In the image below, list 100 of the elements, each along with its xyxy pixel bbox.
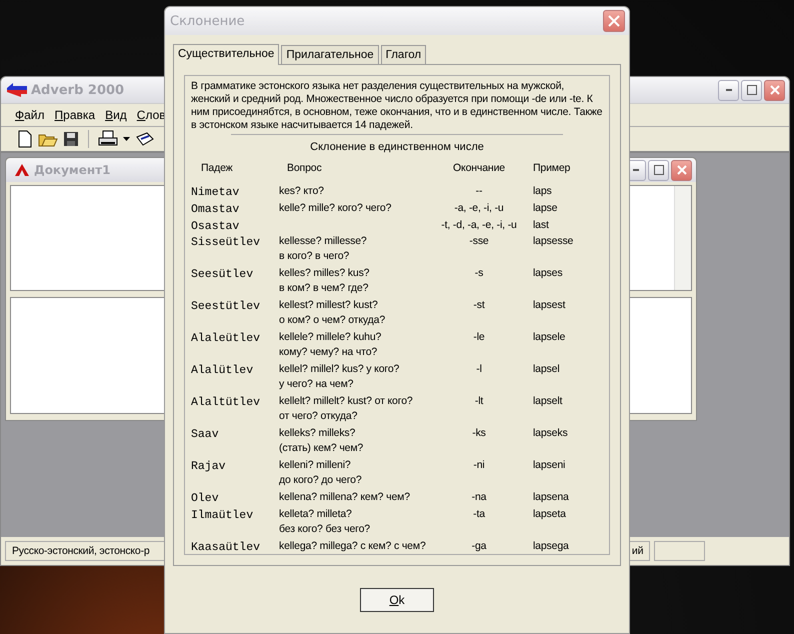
menu-item[interactable]: Файл (15, 108, 45, 122)
ending-text: -sse (469, 235, 489, 247)
ending-text: -ta (473, 508, 485, 520)
caret-icon[interactable] (123, 136, 130, 142)
example-text: lapseta (532, 507, 567, 522)
maximize-icon (746, 85, 756, 95)
printer-icon[interactable] (98, 130, 118, 148)
case-name: Nimetav (191, 185, 240, 201)
ending-text: -st (473, 299, 485, 311)
example-text: lapsesse (532, 234, 574, 249)
ending-text: -- (476, 185, 482, 197)
case-name: Rajav (191, 459, 227, 475)
question-text: в кого? в чего? (279, 249, 350, 264)
ending-text: -s (474, 267, 484, 279)
case-name: Alaleütlev (191, 331, 262, 347)
minimize-button[interactable] (718, 80, 739, 100)
question-text: от чего? откуда? (279, 409, 358, 424)
ending-text: -ks (472, 427, 486, 439)
column-header: Падеж (200, 161, 234, 176)
example-text: lapsega (532, 539, 570, 554)
case-name: Alaltütlev (191, 395, 262, 411)
window-title: Adverb 2000 (31, 82, 124, 98)
question-text: kellele? millele? kuhu? (279, 330, 382, 345)
example-text: laps (532, 184, 553, 199)
maximize-icon (654, 165, 664, 175)
dialog-title: Склонение (170, 14, 245, 28)
case-name: Olev (191, 491, 220, 507)
case-name: Ilmaütlev (191, 508, 254, 524)
letter-a-logo-icon (14, 163, 30, 177)
question-text: kelleta? milleta? (279, 507, 352, 522)
ending-text: -l (476, 363, 482, 375)
question-text: kellest? millest? kust? (279, 298, 378, 313)
question-text: до кого? до чего? (279, 473, 362, 488)
column-header: Пример (532, 161, 572, 176)
close-icon (608, 15, 620, 27)
intro-paragraph: В грамматике эстонского языка нет разделения существительных на мужской, женский и средний род. Множественное число образуется при помощи -de или -te. К ним присоединябтся, в основном, теже окончания, что и в единственном числе. Также в эстонском языке насчитывается 14 падежей. (191, 80, 603, 132)
question-text: kellena? millena? кем? чем? (279, 490, 410, 505)
question-text: kellel? millel? kus? у кого? (279, 362, 400, 377)
example-text: lapsest (532, 298, 566, 313)
column-header: Вопрос (286, 161, 323, 176)
ending-text: -na (472, 491, 486, 503)
ending-text: -t, -d, -a, -e, -i, -u (441, 219, 517, 231)
ok-button[interactable]: Ok (360, 588, 434, 612)
question-text: kelleni? milleni? (279, 458, 351, 473)
question-text: kelle? mille? кого? чего? (279, 201, 392, 216)
example-text: lapse (532, 201, 558, 216)
tab[interactable]: Существительное (173, 44, 280, 65)
new-document-icon[interactable] (17, 130, 33, 148)
maximize-button[interactable] (648, 160, 669, 180)
example-text: lapselt (532, 394, 564, 409)
question-text: о ком? о чем? откуда? (279, 313, 386, 328)
question-text: kellesse? millesse? (279, 234, 367, 249)
close-icon (676, 165, 686, 175)
example-text: lapses (532, 266, 564, 281)
case-name: Sisseütlev (191, 235, 262, 251)
example-text: lapseni (532, 458, 566, 473)
case-name: Omastav (191, 202, 240, 218)
example-text: lapseks (532, 426, 569, 441)
ending-text: -ni (473, 459, 485, 471)
minimize-icon (726, 89, 732, 91)
question-text: в ком? в чем? где? (279, 281, 368, 296)
save-icon[interactable] (63, 131, 79, 147)
pen-icon[interactable] (135, 131, 155, 147)
example-text: lapsele (532, 330, 566, 345)
flag-icon (7, 83, 27, 97)
tab[interactable]: Глагол (380, 45, 426, 64)
question-text: у чего? на чем? (279, 377, 354, 392)
question-text: kellega? millega? с кем? с чем? (279, 539, 426, 554)
example-text: lapsena (532, 490, 570, 505)
close-button[interactable] (603, 10, 625, 32)
case-name: Seesütlev (191, 267, 254, 283)
ending-text: -a, -e, -i, -u (454, 202, 504, 214)
question-text: (стать) кем? чем? (279, 441, 364, 456)
close-button[interactable] (764, 80, 785, 100)
question-text: kelleks? milleks? (279, 426, 356, 441)
column-header: Окончание (452, 161, 506, 176)
close-button[interactable] (671, 160, 692, 180)
example-text: lapsel (532, 362, 561, 377)
case-name: Alalütlev (191, 363, 254, 379)
case-name: Seestütlev (191, 299, 262, 315)
example-text: last (532, 218, 550, 233)
case-name: Saav (191, 427, 220, 443)
scrollbar[interactable] (674, 186, 691, 290)
question-text: kelles? milles? kus? (279, 266, 370, 281)
ending-text: -lt (474, 395, 484, 407)
case-name: Osastav (191, 219, 240, 234)
maximize-button[interactable] (741, 80, 762, 100)
menu-item[interactable]: Правка (54, 108, 96, 122)
status-panel (654, 541, 705, 561)
menu-item[interactable]: Вид (105, 108, 127, 122)
question-text: без кого? без чего? (279, 522, 370, 537)
tab[interactable]: Прилагательное (281, 45, 379, 64)
question-text: kes? кто? (279, 184, 324, 199)
minimize-icon (632, 169, 638, 171)
table-title: Склонение в единственном числе (309, 141, 485, 153)
document-title: Документ1 (34, 163, 110, 177)
question-text: kellelt? millelt? kust? от кого? (279, 394, 413, 409)
question-text: кому? чему? на что? (279, 345, 378, 360)
ending-text: -le (473, 331, 485, 343)
case-name: Kaasaütlev (191, 540, 262, 556)
